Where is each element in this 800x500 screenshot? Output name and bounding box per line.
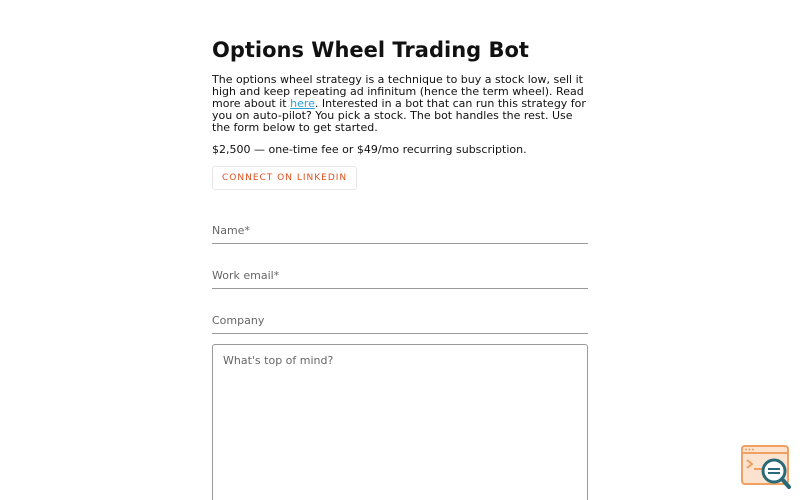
- pricing-text: $2,500 — one-time fee or $49/mo recurrin…: [212, 143, 527, 156]
- message-textarea[interactable]: [223, 354, 573, 494]
- connect-linkedin-button[interactable]: CONNECT ON LINKEDIN: [212, 166, 358, 190]
- message-field: [212, 344, 588, 500]
- name-input[interactable]: [212, 221, 588, 240]
- intro-paragraph: The options wheel strategy is a techniqu…: [212, 74, 588, 134]
- company-input[interactable]: [212, 311, 588, 330]
- work-email-input[interactable]: [212, 266, 588, 285]
- main-content: Options Wheel Trading Bot The options wh…: [212, 36, 588, 190]
- work-email-field: [212, 264, 588, 289]
- name-field: [212, 219, 588, 244]
- chat-search-icon: [741, 445, 791, 489]
- chat-widget-button[interactable]: [740, 444, 792, 492]
- page: Options Wheel Trading Bot The options wh…: [0, 0, 800, 500]
- page-title: Options Wheel Trading Bot: [212, 38, 529, 62]
- company-field: [212, 309, 588, 334]
